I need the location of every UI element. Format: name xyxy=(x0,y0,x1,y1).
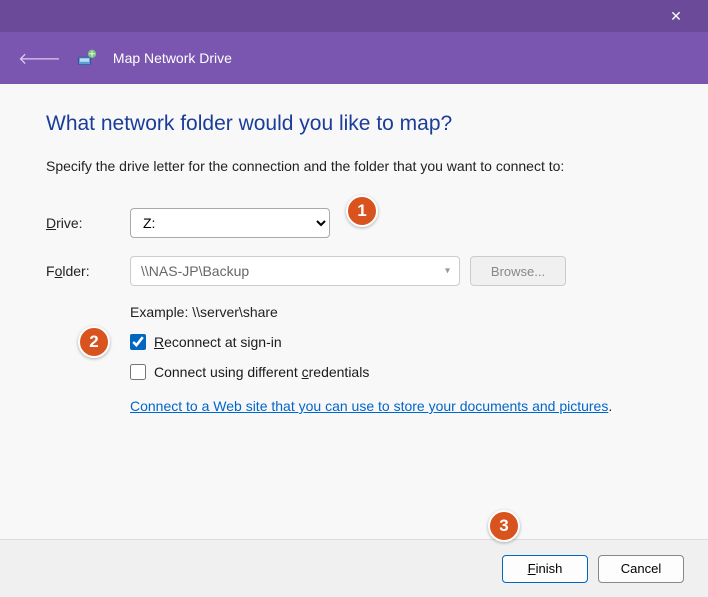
different-credentials-checkbox[interactable] xyxy=(130,364,146,380)
wizard-body: What network folder would you like to ma… xyxy=(0,84,708,539)
example-text: Example: \\server\share xyxy=(130,304,668,320)
back-arrow-icon[interactable]: 🡐 xyxy=(18,48,61,69)
wizard-title: Map Network Drive xyxy=(113,50,232,66)
drive-select[interactable]: Z: xyxy=(130,208,330,238)
reconnect-row: Reconnect at sign-in xyxy=(130,334,668,350)
folder-input[interactable] xyxy=(130,256,460,286)
reconnect-label[interactable]: Reconnect at sign-in xyxy=(154,334,282,350)
connect-website-link[interactable]: Connect to a Web site that you can use t… xyxy=(130,398,608,414)
browse-button: Browse... xyxy=(470,256,566,286)
reconnect-checkbox[interactable] xyxy=(130,334,146,350)
drive-label: Drive: xyxy=(46,215,130,231)
folder-label: Folder: xyxy=(46,263,130,279)
finish-button[interactable]: Finish xyxy=(502,555,588,583)
close-icon[interactable]: ✕ xyxy=(656,8,696,25)
page-heading: What network folder would you like to ma… xyxy=(46,112,668,136)
different-credentials-row: Connect using different credentials xyxy=(130,364,668,380)
annotation-marker-1: 1 xyxy=(346,195,378,227)
annotation-marker-3: 3 xyxy=(488,510,520,542)
network-drive-icon xyxy=(77,48,97,68)
folder-row: Folder: ▾ Browse... xyxy=(46,256,668,286)
wizard-footer: Finish Cancel xyxy=(0,539,708,597)
titlebar: ✕ xyxy=(0,0,708,32)
instruction-text: Specify the drive letter for the connect… xyxy=(46,158,668,174)
different-credentials-label[interactable]: Connect using different credentials xyxy=(154,364,369,380)
website-link-row: Connect to a Web site that you can use t… xyxy=(130,398,668,414)
wizard-header: 🡐 Map Network Drive xyxy=(0,32,708,84)
cancel-button[interactable]: Cancel xyxy=(598,555,684,583)
annotation-marker-2: 2 xyxy=(78,326,110,358)
